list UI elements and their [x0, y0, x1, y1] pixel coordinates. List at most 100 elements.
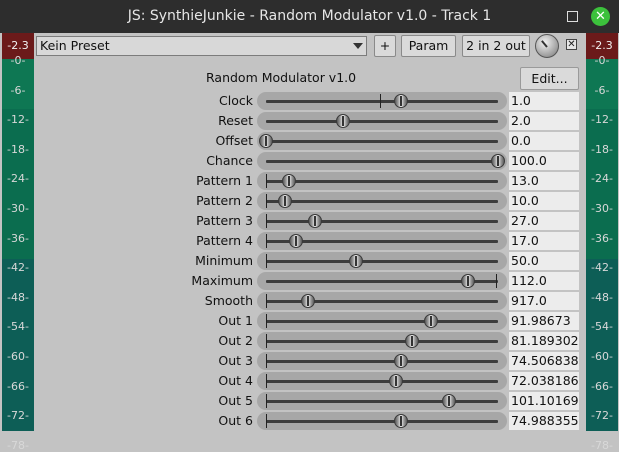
slider-label: Offset — [215, 133, 253, 148]
slider-groove — [266, 100, 498, 103]
slider-label: Out 3 — [218, 353, 253, 368]
thumb-grip — [355, 256, 358, 266]
slider-default-marker — [266, 294, 267, 308]
slider-row: Maximum 112.0 — [0, 271, 619, 291]
slider-groove — [266, 340, 498, 343]
slider-groove — [266, 260, 498, 263]
slider-thumb[interactable] — [393, 354, 408, 368]
thumb-grip — [288, 176, 291, 186]
plugin-title: Random Modulator v1.0 — [206, 70, 357, 85]
slider-row: Chance 100.0 — [0, 151, 619, 171]
slider-row: Pattern 2 10.0 — [0, 191, 619, 211]
wet-mix-knob[interactable] — [535, 34, 559, 58]
slider-label: Pattern 2 — [196, 193, 253, 208]
io-routing-button[interactable]: 2 in 2 out — [462, 35, 530, 57]
slider-default-marker — [379, 94, 381, 108]
slider-groove — [266, 180, 498, 183]
meter-tick-label: -78- — [7, 438, 29, 452]
slider-label: Pattern 1 — [196, 173, 253, 188]
slider-label: Minimum — [195, 253, 253, 268]
slider-thumb[interactable] — [307, 214, 322, 228]
slider-default-marker — [266, 354, 267, 368]
slider-value-field[interactable]: 17.0 — [509, 232, 579, 250]
slider-value-field[interactable]: 74.506838 — [509, 352, 579, 370]
thumb-grip — [497, 156, 499, 166]
slider-value-field[interactable]: 100.0 — [509, 152, 579, 170]
slider-value-field[interactable]: 81.189302 — [509, 332, 579, 350]
slider-thumb[interactable] — [259, 134, 273, 148]
slider-value-field[interactable]: 27.0 — [509, 212, 579, 230]
thumb-grip — [448, 396, 451, 406]
thumb-grip — [295, 236, 298, 246]
slider-row: Reset 2.0 — [0, 111, 619, 131]
maximize-icon[interactable] — [567, 11, 578, 22]
slider-thumb[interactable] — [388, 374, 403, 388]
slider-groove — [266, 360, 498, 363]
slider-label: Clock — [219, 93, 253, 108]
slider-thumb[interactable] — [423, 314, 438, 328]
slider-value-field[interactable]: 917.0 — [509, 292, 579, 310]
param-button[interactable]: Param — [401, 35, 456, 57]
slider-value-field[interactable]: 112.0 — [509, 272, 579, 290]
slider-row: Out 3 74.506838 — [0, 351, 619, 371]
thumb-grip — [399, 356, 402, 366]
slider-label: Out 1 — [218, 313, 253, 328]
slider-row: Out 4 72.038186 — [0, 371, 619, 391]
slider-label: Maximum — [191, 273, 253, 288]
slider-value-field[interactable]: 13.0 — [509, 172, 579, 190]
slider-default-marker — [266, 234, 267, 248]
slider-value-field[interactable]: 91.98673 — [509, 312, 579, 330]
slider-default-marker — [266, 214, 267, 228]
thumb-grip — [394, 376, 397, 386]
slider-thumb[interactable] — [491, 154, 505, 168]
slider-value-field[interactable]: 50.0 — [509, 252, 579, 270]
slider-groove — [266, 160, 498, 163]
slider-value-field[interactable]: 72.038186 — [509, 372, 579, 390]
slider-groove — [266, 320, 498, 323]
slider-default-marker — [266, 254, 267, 268]
slider-thumb[interactable] — [277, 194, 292, 208]
slider-default-marker — [266, 174, 267, 188]
slider-value-field[interactable]: 10.0 — [509, 192, 579, 210]
knob-indicator — [541, 40, 548, 48]
preset-dropdown[interactable]: Kein Preset — [36, 36, 367, 56]
slider-label: Out 2 — [218, 333, 253, 348]
slider-label: Smooth — [204, 293, 253, 308]
slider-row: Out 2 81.189302 — [0, 331, 619, 351]
thumb-grip — [283, 196, 286, 206]
meter-tick-label: -78- — [591, 438, 613, 452]
slider-default-marker — [495, 274, 497, 288]
slider-thumb[interactable] — [393, 94, 408, 108]
thumb-grip — [411, 336, 414, 346]
slider-thumb[interactable] — [300, 294, 315, 308]
slider-groove — [266, 400, 498, 403]
slider-thumb[interactable] — [393, 414, 408, 428]
add-preset-button[interactable]: + — [374, 35, 396, 57]
slider-value-field[interactable]: 74.988355 — [509, 412, 579, 430]
slider-default-marker — [266, 374, 267, 388]
slider-label: Pattern 4 — [196, 233, 253, 248]
slider-groove — [266, 380, 498, 383]
slider-row: Pattern 1 13.0 — [0, 171, 619, 191]
slider-groove — [266, 220, 498, 223]
slider-value-field[interactable]: 101.101693 — [509, 392, 579, 410]
bypass-checkbox[interactable]: ✕ — [566, 39, 577, 50]
thumb-grip — [399, 96, 402, 106]
slider-default-marker — [266, 314, 267, 328]
close-icon[interactable]: ✕ — [591, 7, 610, 26]
thumb-grip — [306, 296, 309, 306]
slider-thumb[interactable] — [460, 274, 475, 288]
slider-groove — [266, 200, 498, 203]
edit-button[interactable]: Edit... — [520, 67, 579, 90]
slider-row: Out 6 74.988355 — [0, 411, 619, 431]
slider-thumb[interactable] — [335, 114, 350, 128]
slider-label: Pattern 3 — [196, 213, 253, 228]
meter-tick-label: -0- — [594, 54, 610, 67]
thumb-grip — [265, 136, 267, 146]
slider-value-field[interactable]: 2.0 — [509, 112, 579, 130]
slider-value-field[interactable]: 0.0 — [509, 132, 579, 150]
minimize-icon[interactable] — [535, 0, 559, 33]
slider-label: Out 6 — [218, 413, 253, 428]
slider-row: Pattern 3 27.0 — [0, 211, 619, 231]
slider-value-field[interactable]: 1.0 — [509, 92, 579, 110]
